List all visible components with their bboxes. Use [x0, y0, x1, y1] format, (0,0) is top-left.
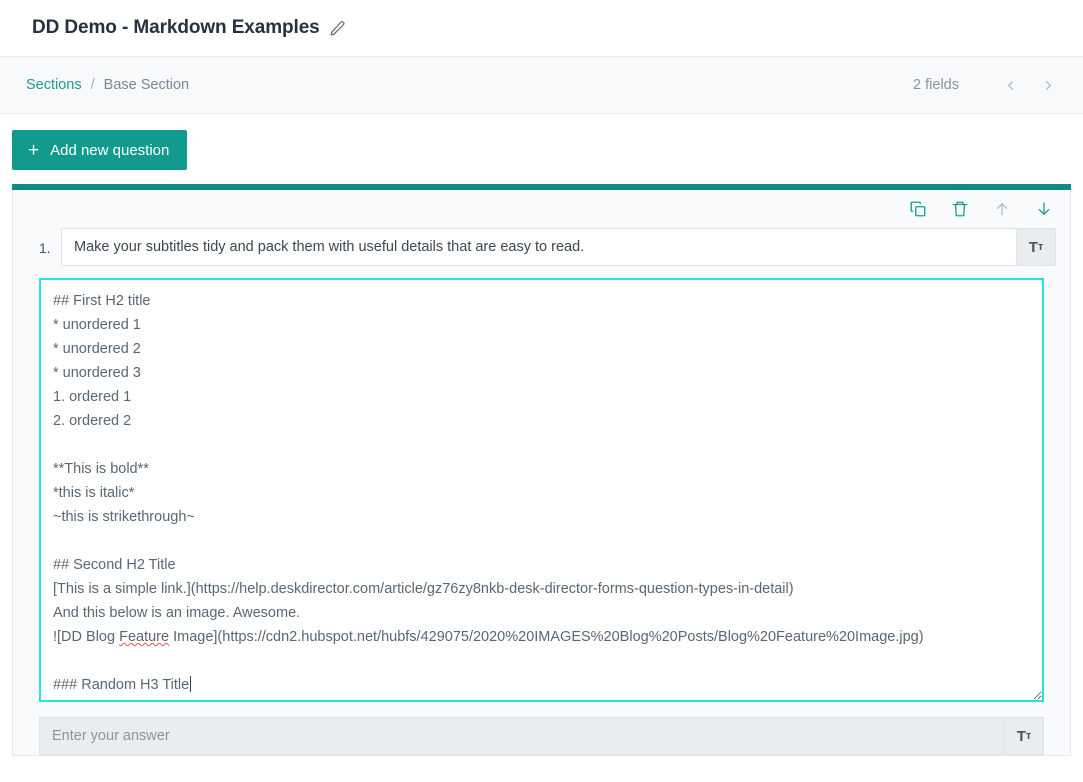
spellcheck-word: Feature [119, 629, 170, 645]
add-question-row: + Add new question [0, 114, 1083, 184]
markdown-line: ~this is strikethrough~ [53, 509, 195, 525]
chevron-left-icon[interactable] [997, 72, 1023, 98]
duplicate-icon[interactable] [906, 197, 930, 221]
markdown-line: ## First H2 title [53, 293, 151, 309]
plus-icon: + [28, 139, 40, 161]
pencil-icon[interactable] [329, 20, 346, 37]
markdown-line: * unordered 2 [53, 341, 141, 357]
move-up-icon[interactable] [990, 197, 1014, 221]
answer-row: Tт [39, 717, 1044, 755]
markdown-textarea[interactable]: ## First H2 title * unordered 1 * unordere… [39, 278, 1044, 702]
form-editor-page: DD Demo - Markdown Examples Sections / B… [0, 0, 1083, 782]
markdown-line: **This is bold** [53, 461, 149, 477]
breadcrumb: Sections / Base Section 2 fields [0, 56, 1083, 114]
question-card: 1. Tт ## First H2 title * unordered 1 * un… [12, 190, 1071, 756]
breadcrumb-current-section: Base Section [103, 77, 190, 93]
add-new-question-button[interactable]: + Add new question [12, 130, 188, 170]
question-number: 1. [39, 240, 51, 256]
markdown-line: [This is a simple link.](https://help.de… [53, 581, 794, 597]
question-title-input[interactable] [61, 228, 1016, 266]
breadcrumb-sections-link[interactable]: Sections [26, 77, 82, 93]
page-title: DD Demo - Markdown Examples [32, 17, 320, 38]
question-title-format-button[interactable]: Tт [1016, 228, 1056, 266]
markdown-line: ## Second H2 Title [53, 557, 176, 573]
markdown-line: *this is italic* [53, 485, 135, 501]
chevron-right-icon[interactable] [1035, 72, 1061, 98]
question-title-input-group: Tт [61, 228, 1056, 266]
add-new-question-label: Add new question [50, 141, 170, 159]
markdown-line: 2. ordered 2 [53, 413, 132, 429]
markdown-line: And this below is an image. Awesome. [53, 605, 301, 621]
question-card-toolbar [13, 190, 1070, 228]
markdown-line [53, 433, 1030, 457]
text-caret [190, 676, 192, 692]
answer-input[interactable] [39, 717, 1004, 755]
markdown-line: ### Random H3 Title [53, 676, 192, 693]
move-down-icon[interactable] [1032, 197, 1056, 221]
markdown-line [53, 529, 1030, 553]
markdown-line [53, 649, 1030, 673]
markdown-line: 1. ordered 1 [53, 389, 132, 405]
question-title-row: 1. Tт [39, 228, 1070, 266]
markdown-line: * unordered 3 [53, 365, 141, 381]
title-bar: DD Demo - Markdown Examples [0, 0, 1083, 56]
answer-format-button[interactable]: Tт [1004, 717, 1044, 755]
markdown-line: ![DD Blog Feature Image](https://cdn2.hu… [53, 629, 924, 645]
markdown-editor-wrap: ## First H2 title * unordered 1 * unordere… [13, 266, 1070, 702]
delete-icon[interactable] [948, 197, 972, 221]
field-count-label: 2 fields [913, 77, 959, 93]
breadcrumb-separator: / [90, 77, 95, 93]
markdown-line: * unordered 1 [53, 317, 141, 333]
